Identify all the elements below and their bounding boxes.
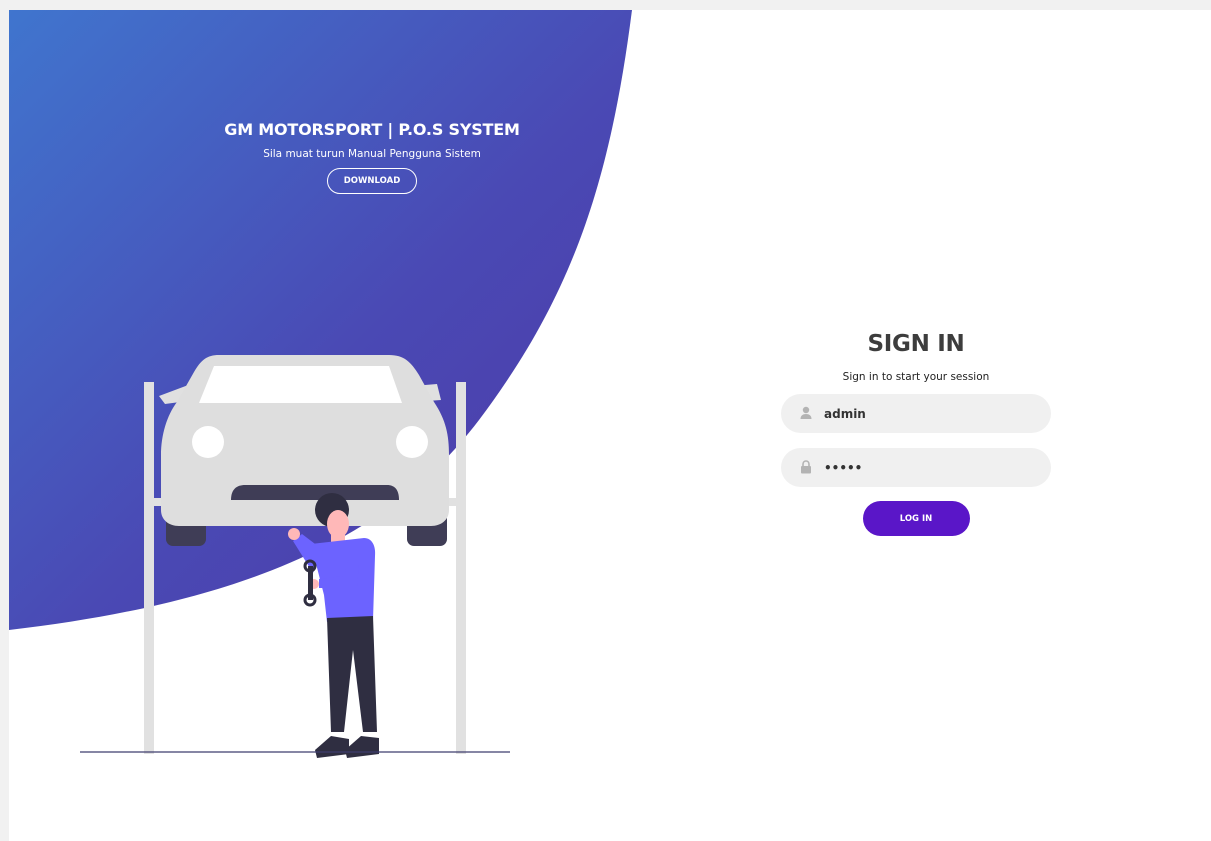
user-icon bbox=[800, 406, 812, 419]
username-field[interactable] bbox=[781, 394, 1051, 433]
download-button[interactable]: DOWNLOAD bbox=[327, 168, 417, 194]
password-input[interactable] bbox=[824, 448, 1034, 487]
lift-post-right bbox=[456, 382, 466, 754]
signin-subtitle: Sign in to start your session bbox=[842, 371, 990, 383]
signin-form: SIGN IN Sign in to start your session LO… bbox=[781, 328, 1051, 536]
hero-subtitle: Sila muat turun Manual Pengguna Sistem bbox=[263, 148, 481, 160]
hero-background-shape bbox=[9, 10, 632, 630]
lift-post-left bbox=[144, 382, 154, 754]
car-illustration bbox=[159, 355, 449, 546]
lock-icon bbox=[801, 460, 811, 474]
hero-title: GM MOTORSPORT | P.O.S SYSTEM bbox=[224, 120, 520, 139]
password-field[interactable] bbox=[781, 448, 1051, 487]
login-button[interactable]: LOG IN bbox=[862, 501, 970, 536]
hero-section: GM MOTORSPORT | P.O.S SYSTEM Sila muat t… bbox=[172, 120, 572, 194]
username-input[interactable] bbox=[824, 394, 1034, 433]
signin-title: SIGN IN bbox=[867, 331, 965, 357]
login-page: GM MOTORSPORT | P.O.S SYSTEM Sila muat t… bbox=[9, 10, 1211, 841]
